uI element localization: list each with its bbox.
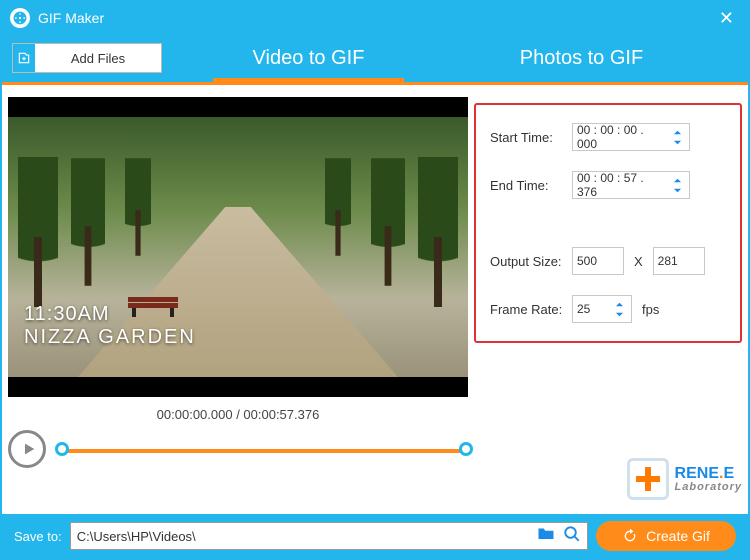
brand-plus-icon [627,458,669,500]
brand-logo: RENE.E Laboratory [627,458,742,500]
output-height-value: 281 [658,254,678,268]
start-time-input[interactable]: 00 : 00 : 00 . 000 [572,123,690,151]
end-time-label: End Time: [490,178,572,193]
left-pane: 11:30AM NIZZA GARDEN 00:00:00.000 / 00:0… [8,97,468,506]
start-time-value: 00 : 00 : 00 . 000 [577,123,665,151]
tab-video-to-gif[interactable]: Video to GIF [172,34,445,82]
frame-rate-input[interactable]: 25 [572,295,632,323]
spinner-icon[interactable] [669,176,685,195]
playback-controls [8,430,468,468]
close-icon[interactable]: ✕ [713,8,740,29]
end-time-input[interactable]: 00 : 00 : 57 . 376 [572,171,690,199]
app-window: GIF Maker ✕ Add Files Video to GIF Photo… [0,0,750,560]
brand-text: RENE.E Laboratory [675,466,742,493]
output-size-label: Output Size: [490,254,572,269]
bottombar: Save to: Create Gif [2,514,748,558]
saveto-label: Save to: [14,529,62,544]
trim-handle-end[interactable] [459,442,473,456]
end-time-value: 00 : 00 : 57 . 376 [577,171,665,199]
trim-handle-start[interactable] [55,442,69,456]
start-time-label: Start Time: [490,130,572,145]
create-gif-label: Create Gif [646,528,710,544]
content-area: 11:30AM NIZZA GARDEN 00:00:00.000 / 00:0… [2,85,748,514]
titlebar: GIF Maker ✕ [2,2,748,34]
fps-label: fps [642,302,659,317]
tab-label: Video to GIF [253,47,365,70]
right-pane: Start Time: 00 : 00 : 00 . 000 End Time:… [474,97,742,506]
add-files-button[interactable]: Add Files [12,43,162,73]
create-gif-button[interactable]: Create Gif [596,521,736,551]
open-folder-icon[interactable] [563,525,581,548]
tab-label: Photos to GIF [520,47,643,70]
x-label: X [634,254,643,269]
trim-slider[interactable] [54,430,468,468]
tab-photos-to-gif[interactable]: Photos to GIF [445,34,718,82]
browse-folder-icon[interactable] [537,525,555,548]
add-files-label: Add Files [35,51,161,66]
refresh-icon [622,528,638,544]
spinner-icon[interactable] [611,300,627,319]
frame-rate-value: 25 [577,302,590,316]
preview-overlay-text: 11:30AM NIZZA GARDEN [24,303,196,349]
time-display: 00:00:00.000 / 00:00:57.376 [8,407,468,422]
app-icon [10,8,30,28]
output-width-input[interactable]: 500 [572,247,624,275]
settings-panel: Start Time: 00 : 00 : 00 . 000 End Time:… [474,103,742,343]
overlay-place-text: NIZZA GARDEN [24,326,196,349]
tabbar: Add Files Video to GIF Photos to GIF [2,34,748,82]
overlay-time-text: 11:30AM [24,303,196,326]
saveto-path-input[interactable] [77,529,529,544]
play-button[interactable] [8,430,46,468]
frame-rate-label: Frame Rate: [490,302,572,317]
output-width-value: 500 [577,254,597,268]
saveto-path-box [70,522,588,550]
spinner-icon[interactable] [669,128,685,147]
video-preview[interactable]: 11:30AM NIZZA GARDEN [8,97,468,397]
add-files-icon [13,44,35,72]
output-height-input[interactable]: 281 [653,247,705,275]
app-title: GIF Maker [38,10,104,26]
